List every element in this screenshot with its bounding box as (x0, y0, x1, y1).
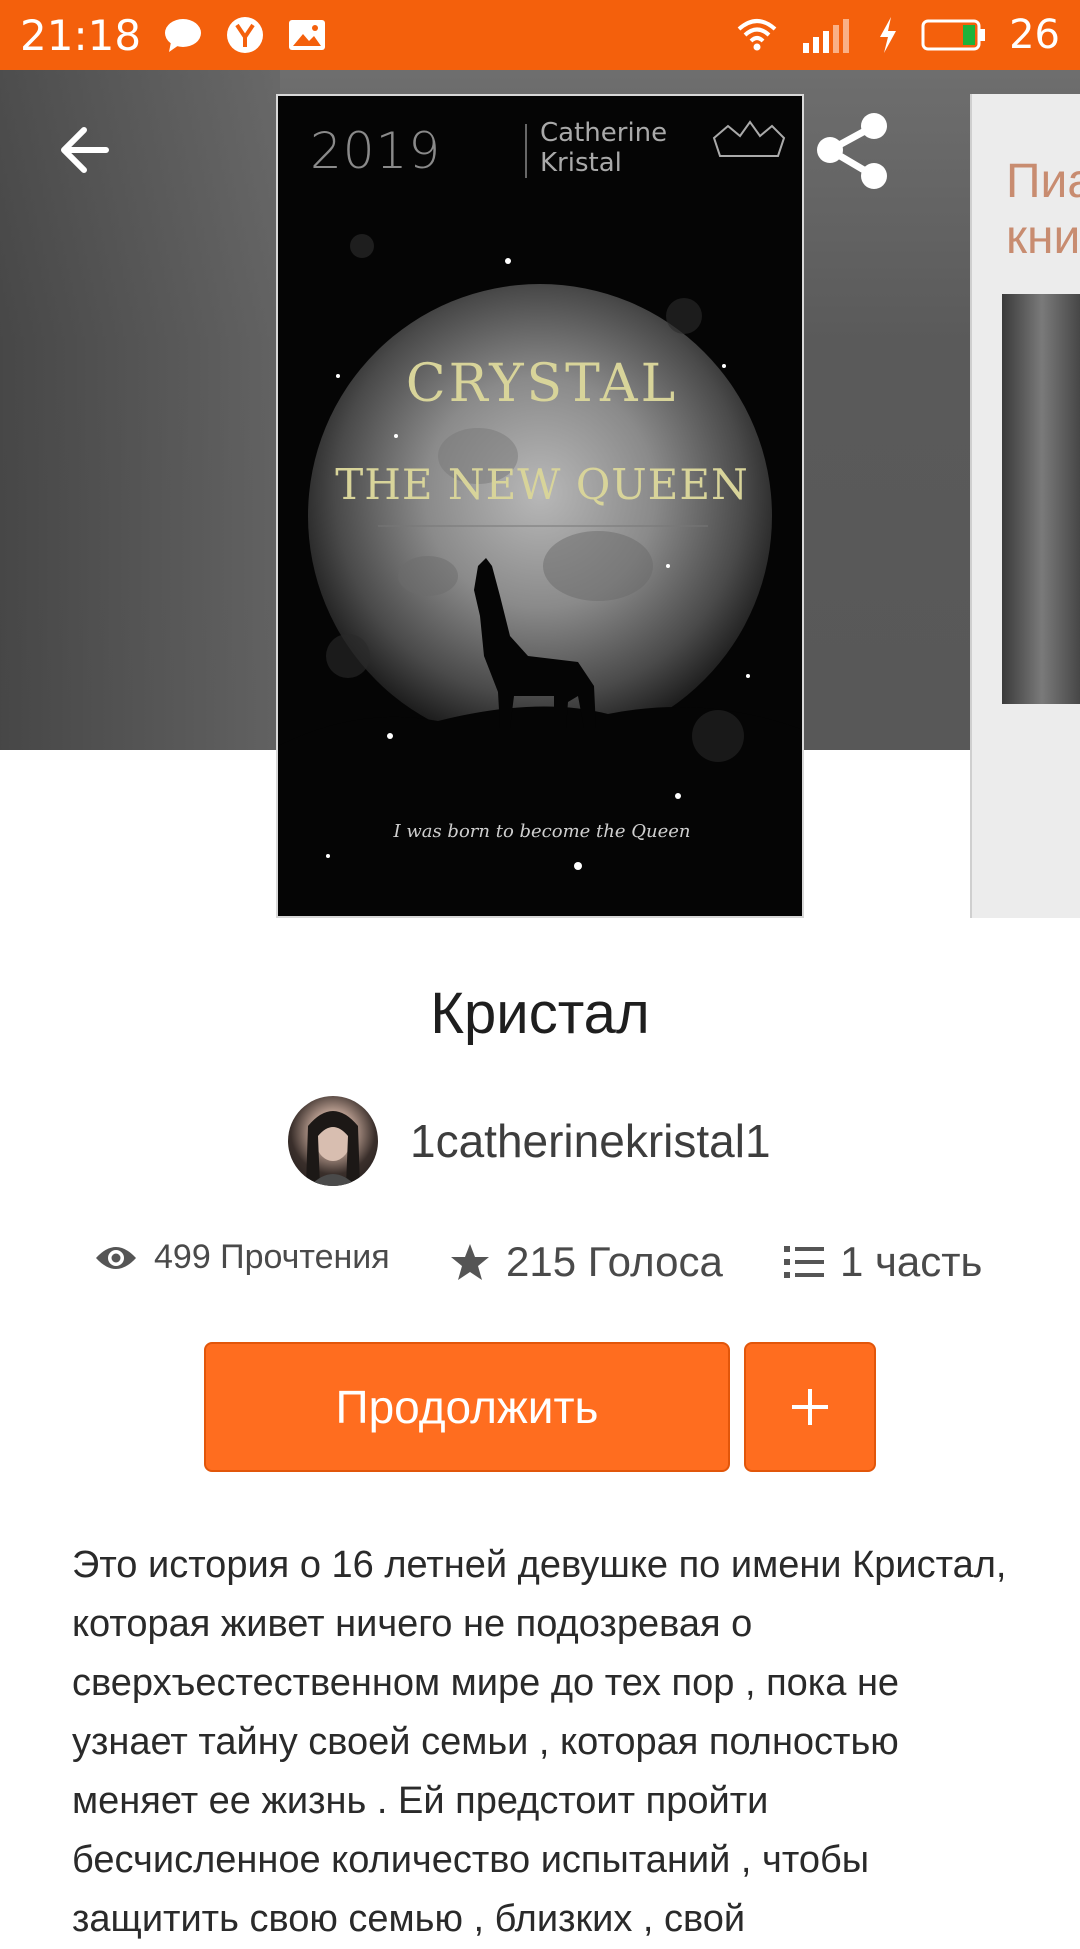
status-bar-right: 26 (735, 12, 1060, 58)
battery-level: 26 (1009, 12, 1060, 58)
story-title: Кристал (430, 981, 650, 1046)
cover-title: CRYSTAL (405, 354, 679, 414)
wifi-icon (735, 15, 779, 55)
avatar[interactable] (288, 1096, 378, 1186)
cover-subtitle: THE NEW QUEEN (335, 460, 749, 509)
back-button[interactable] (54, 120, 114, 180)
reads-count: 499 Прочтения (154, 1238, 390, 1276)
share-icon (817, 113, 887, 189)
status-bar-left: 21:18 (20, 11, 327, 60)
image-notification-icon (287, 17, 327, 53)
charging-icon (877, 15, 899, 55)
battery-icon (921, 18, 987, 52)
continue-reading-button[interactable]: Продолжить (204, 1342, 730, 1472)
chat-bubble-icon (163, 16, 203, 54)
cover-tagline: I was born to become the Queen (393, 821, 691, 842)
cover-author: Catherine Kristal (540, 118, 668, 178)
list-icon (784, 1246, 824, 1278)
status-time: 21:18 (20, 10, 142, 60)
story-description: Это история о 16 летней девушке по имени… (72, 1544, 1007, 1940)
next-book-cover[interactable]: Пиа кни (970, 94, 1080, 918)
yandex-browser-icon (225, 15, 265, 55)
next-cover-text: Пиа кни (1006, 155, 1080, 264)
votes-stat: 215 Голоса (450, 1238, 723, 1286)
parts-stat: 1 часть (784, 1238, 982, 1286)
share-button[interactable] (812, 110, 894, 192)
continue-label: Продолжить (335, 1381, 599, 1433)
status-bar: 21:18 26 (0, 0, 1080, 70)
next-cover-image (1002, 294, 1080, 704)
reads-stat: 499 Прочтения (94, 1238, 390, 1277)
eye-icon (96, 1246, 136, 1269)
author-name[interactable]: 1catherinekristal1 (410, 1114, 771, 1168)
add-to-library-button[interactable] (744, 1342, 876, 1472)
signal-icon (801, 15, 855, 55)
header-shade (0, 70, 280, 750)
cover-year: 2019 (310, 122, 442, 180)
author-row[interactable]: 1catherinekristal1 (288, 1096, 771, 1186)
votes-count: 215 Голоса (506, 1238, 723, 1285)
book-cover[interactable]: 2019 Catherine Kristal CRYSTAL THE NEW Q… (276, 94, 804, 918)
back-arrow-icon (61, 127, 109, 173)
star-icon (451, 1244, 489, 1280)
parts-count: 1 часть (840, 1238, 983, 1285)
plus-icon (792, 1389, 828, 1425)
